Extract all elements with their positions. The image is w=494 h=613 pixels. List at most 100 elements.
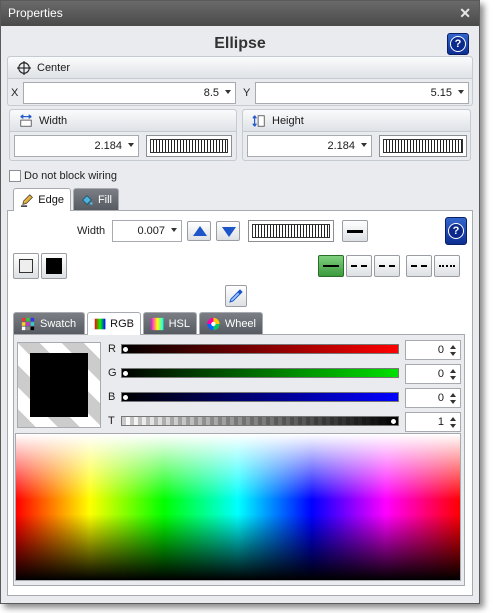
- filled-square-icon: [46, 258, 62, 274]
- slider-thumb[interactable]: [122, 346, 129, 353]
- height-input[interactable]: 2.184: [247, 135, 372, 157]
- height-slider-track: [383, 139, 463, 153]
- x-input[interactable]: 8.5: [23, 82, 236, 104]
- width-label: Width: [39, 114, 68, 127]
- height-value: 2.184: [327, 140, 355, 152]
- slider-thumb[interactable]: [390, 418, 397, 425]
- chevron-down-icon[interactable]: [458, 90, 464, 94]
- properties-window: Properties ✕ Ellipse ? Center X 8.5 Y 5.…: [0, 0, 480, 604]
- hsl-gradient-icon: [151, 317, 164, 331]
- paint-bucket-icon: [82, 195, 93, 205]
- center-group-header: Center: [8, 57, 472, 79]
- channel-value: 0: [437, 344, 444, 356]
- x-value: 8.5: [203, 87, 219, 99]
- width-slider-track: [150, 139, 228, 153]
- height-slider[interactable]: [379, 135, 467, 157]
- current-color-swatch: [30, 353, 88, 417]
- dash-line-button[interactable]: [346, 255, 372, 277]
- tab-rgb-label: RGB: [110, 318, 134, 330]
- edge-width-slider[interactable]: [248, 220, 334, 242]
- rgb-gradient-icon: [94, 318, 106, 330]
- y-input[interactable]: 5.15: [255, 82, 469, 104]
- arrow-up-icon: [193, 226, 207, 236]
- tab-rgb[interactable]: RGB: [87, 312, 141, 335]
- decrease-width-button[interactable]: [216, 221, 240, 241]
- chevron-down-icon[interactable]: [171, 228, 177, 232]
- channel-slider-g[interactable]: [121, 368, 399, 378]
- dotted-line-button[interactable]: [434, 255, 460, 277]
- channel-input-r[interactable]: 0: [405, 340, 461, 360]
- edge-width-slider-track: [252, 224, 330, 238]
- channel-slider-t[interactable]: [121, 416, 399, 426]
- dashed-line-icon: [351, 265, 367, 267]
- width-input[interactable]: 2.184: [14, 135, 139, 157]
- help-icon: ?: [448, 223, 464, 239]
- edge-width-input[interactable]: 0.007: [112, 220, 182, 242]
- width-slider[interactable]: [146, 135, 232, 157]
- color-spectrum[interactable]: [15, 433, 461, 581]
- chevron-down-icon[interactable]: [450, 352, 456, 356]
- window-title: Properties: [8, 6, 63, 20]
- slider-thumb[interactable]: [122, 394, 129, 401]
- tab-swatch-label: Swatch: [40, 318, 77, 330]
- height-label: Height: [272, 114, 304, 127]
- chevron-down-icon[interactable]: [361, 143, 367, 147]
- tab-hsl[interactable]: HSL: [143, 312, 197, 335]
- edge-width-label: Width: [77, 225, 106, 237]
- chevron-down-icon[interactable]: [128, 143, 134, 147]
- chevron-down-icon[interactable]: [450, 400, 456, 404]
- empty-square-icon: [19, 259, 33, 273]
- channel-input-t[interactable]: 1: [405, 412, 461, 432]
- close-icon[interactable]: ✕: [459, 1, 471, 26]
- solid-line-icon: [323, 265, 339, 267]
- eyedropper-icon: [229, 289, 243, 303]
- y-value: 5.15: [430, 87, 452, 99]
- slider-thumb[interactable]: [122, 370, 129, 377]
- page-title: Ellipse: [214, 35, 266, 52]
- chevron-up-icon[interactable]: [450, 393, 456, 397]
- solid-line-button[interactable]: [318, 255, 344, 277]
- width-group-header: Width: [10, 110, 236, 132]
- channel-slider-b[interactable]: [121, 392, 399, 402]
- tab-fill[interactable]: Fill: [73, 188, 119, 211]
- channel-slider-r[interactable]: [121, 344, 399, 354]
- dotted-line-icon: [439, 265, 455, 267]
- channel-input-g[interactable]: 0: [405, 364, 461, 384]
- channel-input-b[interactable]: 0: [405, 388, 461, 408]
- tab-hsl-label: HSL: [168, 318, 190, 330]
- edge-width-value: 0.007: [137, 225, 165, 237]
- help-button[interactable]: ?: [447, 33, 469, 55]
- chevron-down-icon[interactable]: [450, 376, 456, 380]
- edge-help-button[interactable]: ?: [445, 217, 467, 245]
- tab-wheel-label: Wheel: [224, 318, 256, 330]
- title-bar: Properties ✕: [1, 1, 479, 26]
- black-color-button[interactable]: [41, 253, 67, 279]
- channel-label-g: G: [108, 367, 117, 379]
- tab-edge[interactable]: Edge: [13, 188, 71, 211]
- do-not-block-wiring-label: Do not block wiring: [24, 170, 117, 182]
- line-preview-button[interactable]: [342, 220, 368, 242]
- x-label: X: [11, 87, 19, 99]
- eyedropper-button[interactable]: [225, 285, 247, 307]
- channel-value: 0: [437, 392, 444, 404]
- tab-edge-label: Edge: [38, 194, 64, 206]
- channel-value: 1: [437, 416, 444, 428]
- tab-swatch[interactable]: Swatch: [13, 312, 85, 335]
- long-dash-line-button[interactable]: [406, 255, 432, 277]
- tab-wheel[interactable]: Wheel: [199, 312, 263, 335]
- dash-dot-line-button[interactable]: [374, 255, 400, 277]
- channel-value: 0: [437, 368, 444, 380]
- no-color-button[interactable]: [13, 253, 39, 279]
- chevron-down-icon[interactable]: [450, 424, 456, 428]
- center-label: Center: [37, 61, 71, 74]
- color-preview: [17, 342, 101, 428]
- chevron-up-icon[interactable]: [450, 369, 456, 373]
- increase-width-button[interactable]: [187, 221, 211, 241]
- chevron-down-icon[interactable]: [225, 90, 231, 94]
- do-not-block-wiring-checkbox[interactable]: [9, 170, 21, 182]
- chevron-up-icon[interactable]: [450, 417, 456, 421]
- chevron-up-icon[interactable]: [450, 345, 456, 349]
- pen-icon: [21, 194, 33, 207]
- swatch-grid-icon: [21, 317, 35, 331]
- crosshair-icon: [17, 60, 31, 75]
